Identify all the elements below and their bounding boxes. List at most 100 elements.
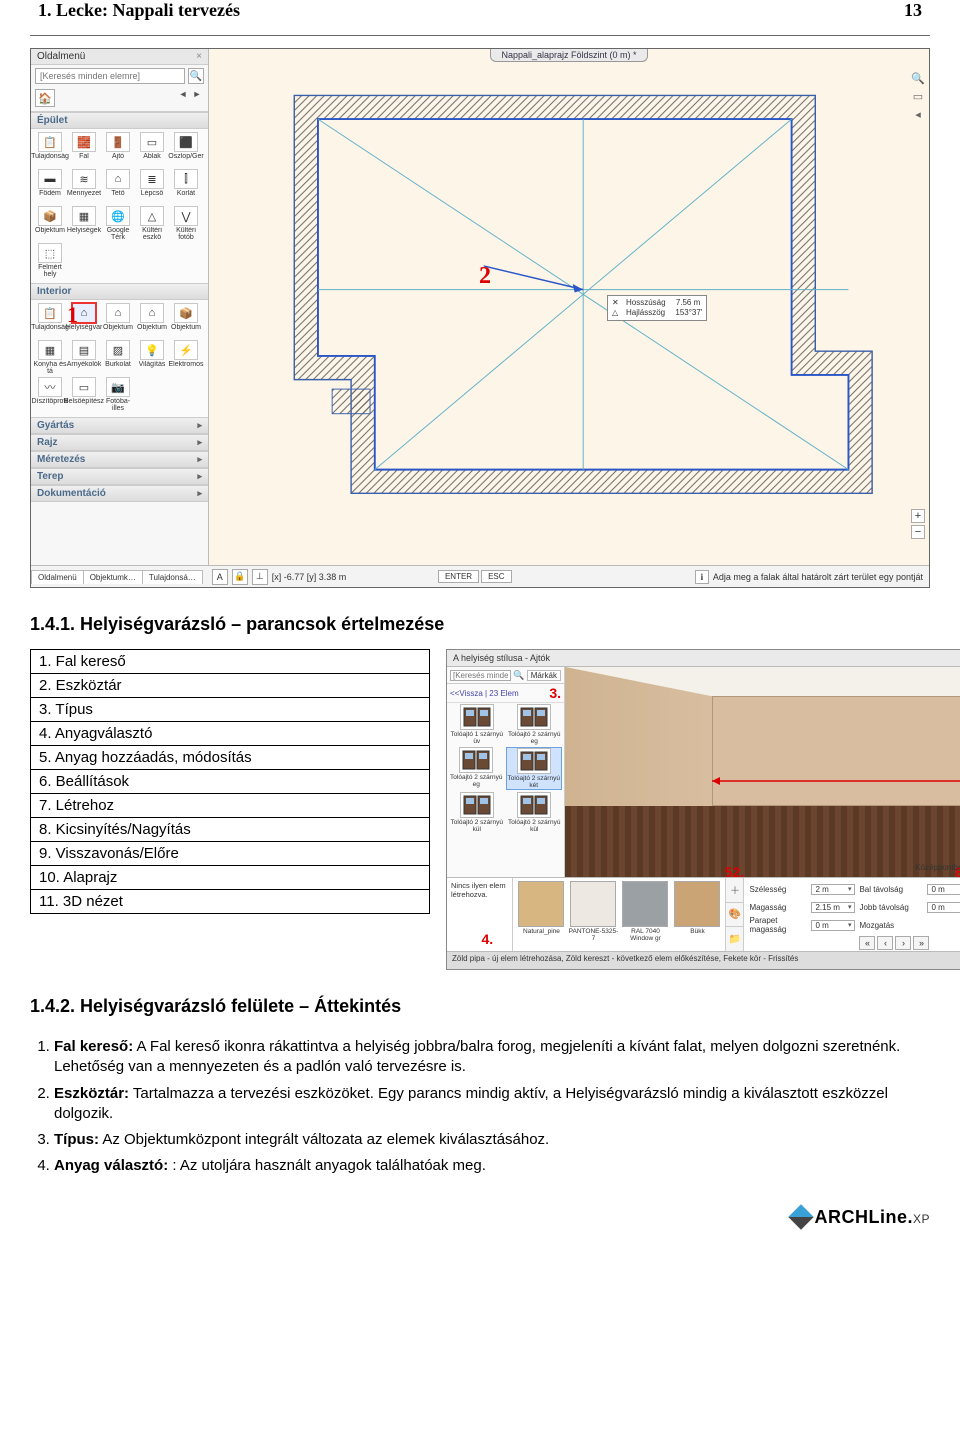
tool-item[interactable]: 📋Tulajdonság (33, 302, 67, 339)
door-label: Tolóajtó 2 szárnyú kül (507, 819, 563, 833)
door-item[interactable]: Tolóajtó 2 szárnyú két (506, 747, 563, 790)
category-dokumentacio[interactable]: Dokumentáció▸ (31, 485, 208, 502)
tool-label: Objektum (171, 324, 201, 338)
tool-item[interactable]: ⌂Tető (101, 168, 135, 205)
door-item[interactable]: Tolóajtó 1 szárnyú üv (449, 704, 505, 745)
category-terep[interactable]: Terep▸ (31, 468, 208, 485)
palette-button[interactable]: 🎨 (726, 903, 743, 928)
door-item[interactable]: Tolóajtó 2 szárnyú eg (449, 747, 504, 790)
tool-label: Objektum (137, 324, 167, 338)
nav-next-icon[interactable]: ► (190, 89, 204, 107)
left-dist-field[interactable]: 0 m▾ (927, 884, 960, 895)
swatch-color (518, 881, 564, 927)
tool-icon: ▬ (38, 169, 62, 189)
category-epulet-label: Épület (37, 115, 68, 126)
tool-icon: ⫿ (174, 169, 198, 189)
move-right1-button[interactable]: › (895, 936, 911, 950)
move-label: Mozgatás (859, 921, 923, 930)
back-link[interactable]: <<Vissza | 23 Elem (450, 689, 519, 698)
tool-item[interactable]: ▭Belsőépítész (67, 376, 101, 413)
tool-icon: ⚡ (174, 340, 198, 360)
tool-item[interactable]: 🚪Ajtó (101, 131, 135, 168)
tool-label: Mennyezet (67, 190, 101, 204)
door-item[interactable]: Tolóajtó 2 szárnyú eg (507, 704, 563, 745)
search-icon[interactable]: 🔍 (513, 669, 525, 681)
move-right-button[interactable]: » (913, 936, 929, 950)
tool-item[interactable]: ▦Konyha és tá (33, 339, 67, 376)
tool-item[interactable]: ≋Mennyezet (67, 168, 101, 205)
tool-item[interactable]: ⌂Objektum (101, 302, 135, 339)
material-swatch[interactable]: RAL 7040 Window gr (620, 881, 670, 948)
tool-item[interactable]: ▨Burkolat (101, 339, 135, 376)
enter-key[interactable]: ENTER (438, 570, 479, 583)
material-swatch[interactable]: Bükk (672, 881, 722, 948)
status-tab[interactable]: Objektumk… (83, 570, 143, 584)
folder-button[interactable]: 📁 (726, 927, 743, 951)
category-interior[interactable]: Interior (31, 283, 208, 300)
status-tab[interactable]: Oldalmenü (31, 570, 84, 584)
tool-item[interactable]: ⌂1Helyiségvar (67, 302, 101, 339)
tool-item[interactable]: 〰Díszítőprofil (33, 376, 67, 413)
tool-label: Helyiségek (67, 227, 101, 241)
drawing-tab[interactable]: Nappali_alaprajz Földszint (0 m) * (490, 49, 647, 62)
status-hint: Adja meg a falak által határolt zárt ter… (713, 572, 923, 582)
height-field[interactable]: 2.15 m▾ (811, 902, 855, 913)
tool-item[interactable]: ⫿Korlát (169, 168, 203, 205)
esc-key[interactable]: ESC (481, 570, 511, 583)
width-field[interactable]: 2 m▾ (811, 884, 855, 895)
tool-item[interactable]: ⚡Elektromos (169, 339, 203, 376)
tool-item[interactable]: 📦Objektum (33, 205, 67, 242)
search-input[interactable] (35, 68, 185, 84)
add-material-button[interactable]: ＋ (726, 878, 743, 903)
material-swatch[interactable]: PANTONE-5325-7 (568, 881, 618, 948)
swatch-label: Natural_pine (523, 928, 560, 935)
perp-button[interactable]: ⊥ (252, 569, 268, 585)
tool-item[interactable]: ▤Árnyékolók (67, 339, 101, 376)
command-row: 9. Visszavonás/Előre (31, 842, 430, 866)
category-epulet[interactable]: Épület (31, 112, 208, 129)
tool-item[interactable]: 📷Fotóba-illes (101, 376, 135, 413)
kozeppont-label[interactable]: Középpontba (915, 863, 960, 872)
tool-item[interactable]: ▬Födém (33, 168, 67, 205)
markak-button[interactable]: Márkák (527, 670, 561, 681)
tool-item[interactable]: 🧱Fal (67, 131, 101, 168)
search-icon[interactable]: 🔍 (188, 68, 204, 84)
zoom-in-button[interactable]: + (911, 509, 925, 523)
tool-item[interactable]: ⋁Kültéri fotób (169, 205, 203, 242)
drawing-area[interactable]: Nappali_alaprajz Földszint (0 m) * 🔍 ▭ ◂ (209, 49, 929, 565)
nav-prev-icon[interactable]: ◄ (176, 89, 190, 107)
tool-item[interactable]: 🌐Google Térk (101, 205, 135, 242)
zoom-out-button[interactable]: − (911, 525, 925, 539)
font-button[interactable]: A (212, 569, 228, 585)
side-panel-close-icon[interactable]: × (196, 51, 202, 62)
tool-item[interactable]: 📋Tulajdonság (33, 131, 67, 168)
status-tab[interactable]: Tulajdonsá… (142, 570, 203, 584)
command-row: 11. 3D nézet (31, 890, 430, 914)
tool-item[interactable]: △Kültéri eszkö (135, 205, 169, 242)
wizard-search-input[interactable] (450, 670, 511, 681)
door-item[interactable]: Tolóajtó 2 szárnyú kül (449, 792, 505, 833)
move-left1-button[interactable]: ‹ (877, 936, 893, 950)
category-rajz[interactable]: Rajz▸ (31, 434, 208, 451)
command-row: 2. Eszköztár (31, 674, 430, 698)
category-gyartas[interactable]: Gyártás▸ (31, 417, 208, 434)
tool-item[interactable]: ▦Helyiségek (67, 205, 101, 242)
parapet-field[interactable]: 0 m▾ (811, 920, 855, 931)
info-icon: i (695, 570, 709, 584)
dim-length-label: Hosszúság (626, 298, 666, 308)
lock-button[interactable]: 🔒 (232, 569, 248, 585)
tool-item[interactable]: ≣Lépcső (135, 168, 169, 205)
tool-item[interactable]: ⌂Objektum (135, 302, 169, 339)
material-swatch[interactable]: Natural_pine (516, 881, 566, 948)
tool-item[interactable]: ▭Ablak (135, 131, 169, 168)
category-meretezes[interactable]: Méretezés▸ (31, 451, 208, 468)
right-dist-field[interactable]: 0 m▾ (927, 902, 960, 913)
move-left-button[interactable]: « (859, 936, 875, 950)
tool-item[interactable]: ⬚Felmért hely (33, 242, 67, 279)
door-item[interactable]: Tolóajtó 2 szárnyú kül (507, 792, 563, 833)
tool-item[interactable]: 📦Objektum (169, 302, 203, 339)
home-button[interactable]: 🏠 (35, 89, 55, 107)
tool-item[interactable]: 💡Világítás (135, 339, 169, 376)
tool-item[interactable]: ⬛Oszlop/Ger (169, 131, 203, 168)
wizard-3d-view[interactable]: 11. 3D Falnézet (565, 667, 960, 877)
